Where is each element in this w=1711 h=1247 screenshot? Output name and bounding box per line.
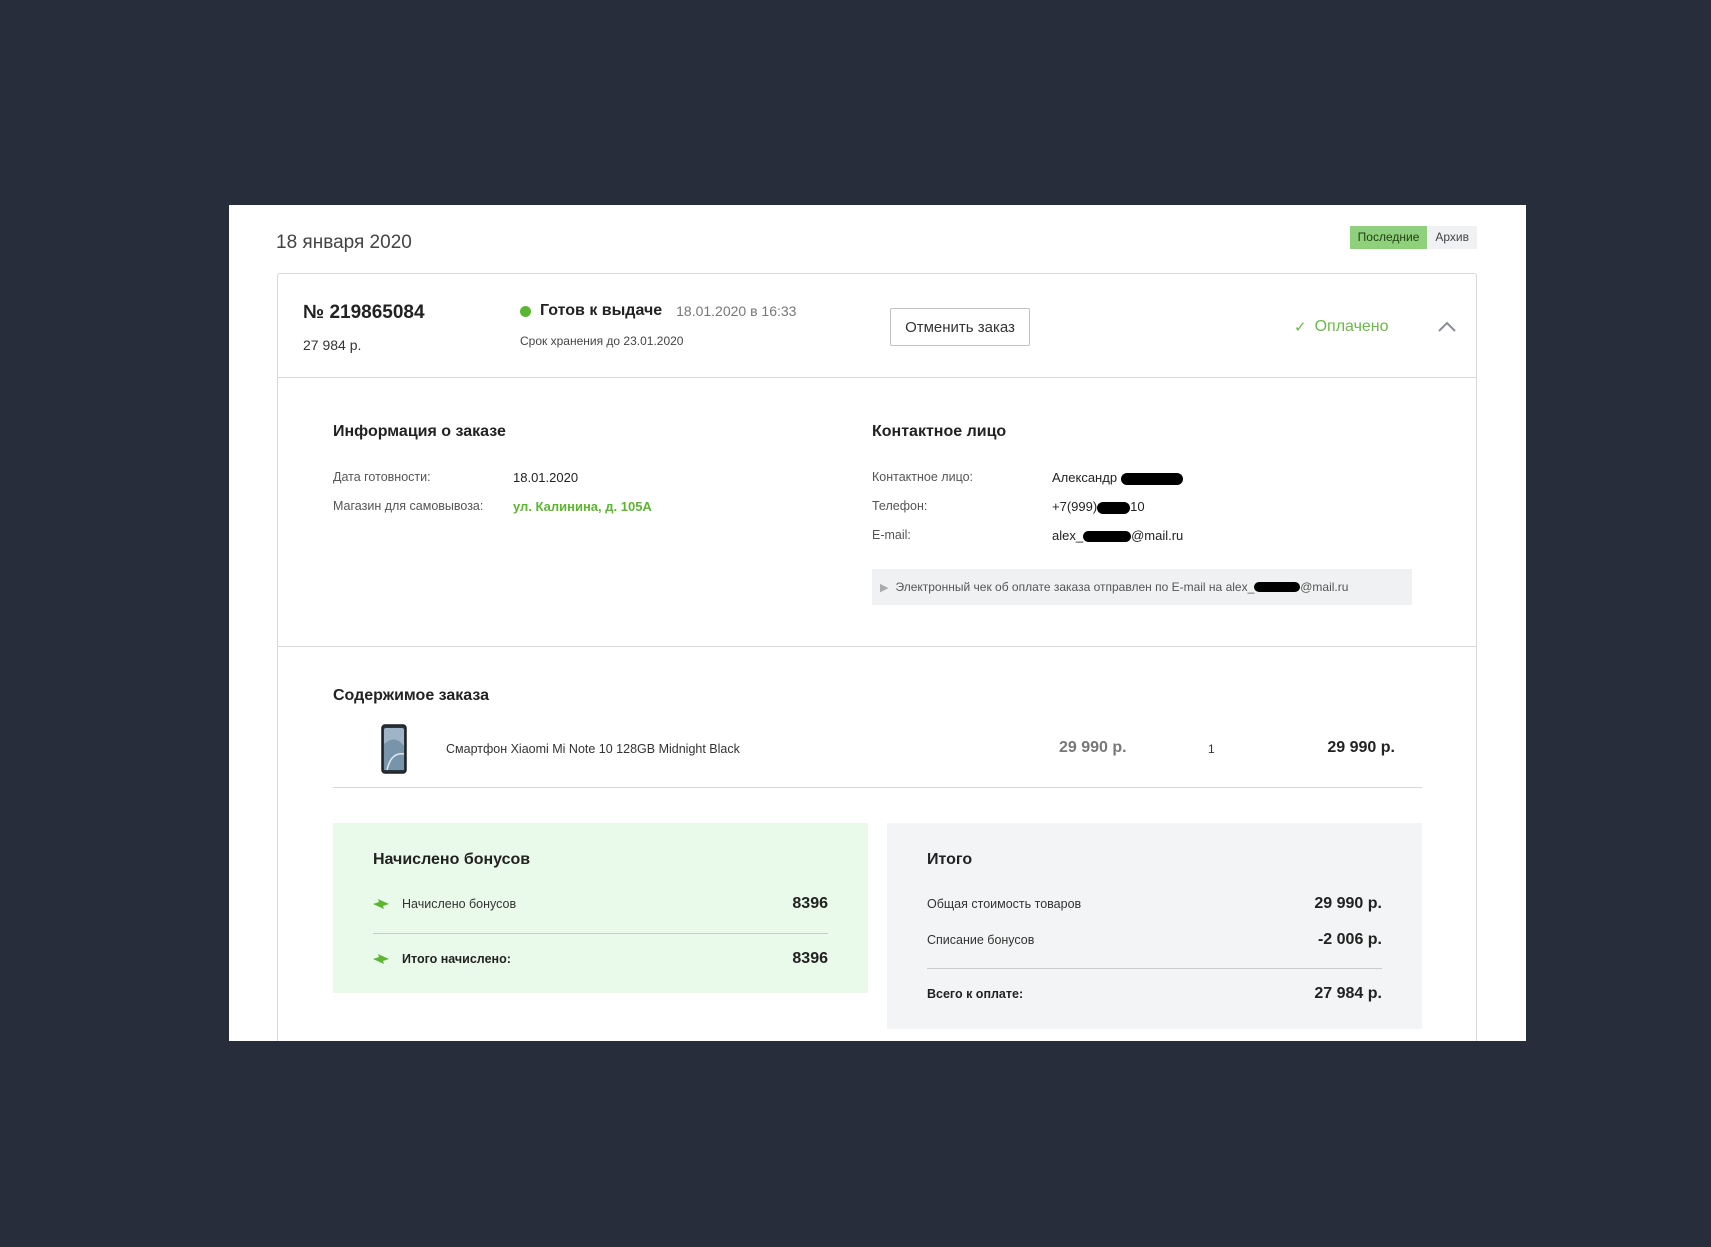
contact-title: Контактное лицо [872,423,1007,440]
product-thumbnail[interactable] [381,724,407,774]
order-contents-title: Содержимое заказа [333,687,490,704]
contact-person-label: Контактное лицо: [872,470,974,484]
summary-divider [927,968,1382,969]
summary-title: Итого [927,851,973,868]
summary-total-row: Всего к оплате: 27 984 р. [927,983,1382,1005]
tab-archive[interactable]: Архив [1427,226,1477,249]
bonus-total-value: 8396 [792,950,828,967]
summary-goods-label: Общая стоимость товаров [927,897,1082,911]
order-status: Готов к выдаче 18.01.2020 в 16:33 [520,302,796,320]
phone-label: Телефон: [872,499,928,513]
bonus-row: Начислено бонусов 8396 [373,893,828,915]
receipt-notice: ▶ Электронный чек об оплате заказа отпра… [872,569,1412,605]
order-contents-section: Содержимое заказа Смартфон Xiaomi Mi Not… [278,647,1476,1041]
status-text: Готов к выдаче [540,302,663,319]
storage-deadline: Срок хранения до 23.01.2020 [520,334,684,348]
order-card: № 219865084 27 984 р. Готов к выдаче 18.… [277,273,1477,1041]
summary-bonus-label: Списание бонусов [927,933,1035,947]
redaction-mark [1083,531,1132,543]
order-info-section: Информация о заказе Дата готовности: 18.… [278,378,1476,647]
bonus-title: Начислено бонусов [373,851,531,868]
redaction-mark [1120,472,1183,485]
summary-total-value: 27 984 р. [1314,985,1382,1002]
tab-recent[interactable]: Последние [1349,226,1428,249]
product-name[interactable]: Смартфон Xiaomi Mi Note 10 128GB Midnigh… [446,742,740,756]
bonus-icon [373,954,389,964]
email-value: alex_ @mail.ru [1052,528,1183,543]
redaction-mark [1254,582,1301,592]
payment-status-label: Оплачено [1314,318,1389,335]
order-info-title: Информация о заказе [333,423,506,440]
bonus-icon [373,899,389,909]
check-icon: ✓ [1294,319,1307,336]
summary-bonus-row: Списание бонусов -2 006 р. [927,929,1382,951]
summary-total-label: Всего к оплате: [927,987,1024,1001]
play-arrow-icon: ▶ [880,581,889,594]
summary-goods-value: 29 990 р. [1314,895,1382,912]
summary-goods-row: Общая стоимость товаров 29 990 р. [927,893,1382,915]
ready-date-value: 18.01.2020 [513,470,579,485]
product-total: 29 990 р. [1327,739,1395,756]
store-link[interactable]: ул. Калинина, д. 105А [513,499,652,514]
receipt-text-prefix: Электронный чек об оплате заказа отправл… [895,580,1255,594]
email-label: E-mail: [872,528,911,542]
bonus-total-label: Итого начислено: [402,952,511,966]
bonus-panel: Начислено бонусов Начислено бонусов 8396… [333,823,868,993]
chevron-up-icon [1438,321,1456,332]
receipt-text-suffix: @mail.ru [1300,580,1349,594]
orders-date-heading: 18 января 2020 [276,232,412,253]
cancel-order-button[interactable]: Отменить заказ [890,308,1030,346]
orders-page: 18 января 2020 Последние Архив № 2198650… [229,205,1526,1041]
store-label: Магазин для самовывоза: [333,499,484,513]
product-price: 29 990 р. [1059,739,1127,756]
summary-bonus-value: -2 006 р. [1317,931,1382,948]
payment-status: ✓ Оплачено [1294,318,1389,336]
order-header[interactable]: № 219865084 27 984 р. Готов к выдаче 18.… [278,274,1476,378]
collapse-button[interactable] [1435,316,1459,336]
summary-panel: Итого Общая стоимость товаров 29 990 р. … [887,823,1422,1029]
order-sum: 27 984 р. [303,337,362,353]
status-dot-icon [520,305,531,317]
contact-person-value: Александр [1052,470,1183,485]
order-number: № 219865084 [303,302,425,323]
status-time: 18.01.2020 в 16:33 [676,303,797,319]
bonus-divider [373,933,828,934]
product-row: Смартфон Xiaomi Mi Note 10 128GB Midnigh… [333,722,1422,788]
orders-tabs: Последние Архив [1349,226,1477,249]
bonus-row-value: 8396 [792,895,828,912]
phone-suffix: 10 [1130,499,1145,514]
email-prefix: alex_ [1052,528,1084,543]
product-quantity: 1 [1208,742,1215,756]
ready-date-label: Дата готовности: [333,470,431,484]
bonus-total-row: Итого начислено: 8396 [373,948,828,970]
phone-prefix: +7(999) [1052,499,1098,514]
email-suffix: @mail.ru [1131,528,1184,543]
redaction-mark [1097,501,1131,514]
phone-value: +7(999) 10 [1052,499,1145,514]
bonus-row-label: Начислено бонусов [402,897,517,911]
contact-person-name: Александр [1052,470,1118,485]
